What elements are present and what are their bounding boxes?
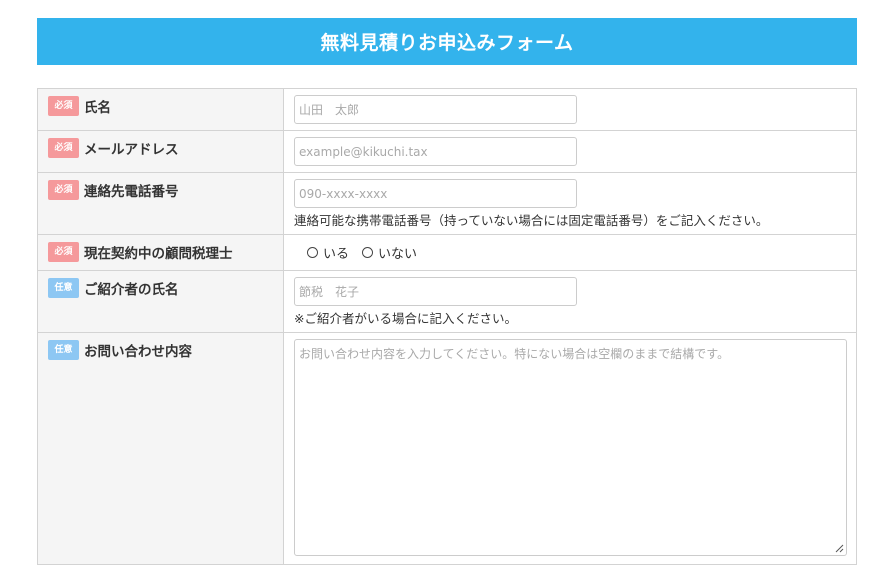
email-label: メールアドレス <box>84 142 179 158</box>
field-cell-inquiry <box>283 332 857 565</box>
optional-badge: 任意 <box>48 278 79 298</box>
radio-option-yes[interactable]: いる <box>307 243 349 262</box>
form-row-name: 必須 氏名 <box>37 88 857 131</box>
form-row-phone: 必須 連絡先電話番号 連絡可能な携帯電話番号（持っていない場合には固定電話番号）… <box>37 172 857 235</box>
required-badge: 必須 <box>48 180 79 200</box>
form-row-email: 必須 メールアドレス <box>37 130 857 173</box>
resize-handle-icon[interactable] <box>834 543 844 553</box>
referrer-label: ご紹介者の氏名 <box>84 282 179 298</box>
name-input[interactable] <box>294 95 577 124</box>
inquiry-label: お問い合わせ内容 <box>84 344 192 360</box>
field-cell-name <box>283 88 857 131</box>
label-cell-email: 必須 メールアドレス <box>37 130 284 173</box>
radio-option-no[interactable]: いない <box>362 243 417 262</box>
referrer-input[interactable] <box>294 277 577 306</box>
form-row-referrer: 任意 ご紹介者の氏名 ※ご紹介者がいる場合に記入ください。 <box>37 270 857 333</box>
form-row-tax-accountant: 必須 現在契約中の顧問税理士 いる いない <box>37 234 857 271</box>
tax-accountant-label: 現在契約中の顧問税理士 <box>84 246 233 262</box>
referrer-note: ※ご紹介者がいる場合に記入ください。 <box>294 311 517 326</box>
phone-input[interactable] <box>294 179 577 208</box>
optional-badge: 任意 <box>48 340 79 360</box>
inquiry-textarea-wrapper <box>294 339 847 556</box>
field-cell-phone: 連絡可能な携帯電話番号（持っていない場合には固定電話番号）をご記入ください。 <box>283 172 857 235</box>
field-cell-tax-accountant: いる いない <box>283 234 857 271</box>
label-cell-phone: 必須 連絡先電話番号 <box>37 172 284 235</box>
radio-button-yes[interactable] <box>307 247 318 258</box>
required-badge: 必須 <box>48 138 79 158</box>
email-input[interactable] <box>294 137 577 166</box>
field-cell-email <box>283 130 857 173</box>
name-label: 氏名 <box>84 100 111 116</box>
application-form-table: 必須 氏名 必須 メールアドレス 必須 連絡先電話番号 連絡可能な携 <box>37 88 857 565</box>
field-cell-referrer: ※ご紹介者がいる場合に記入ください。 <box>283 270 857 333</box>
inquiry-textarea[interactable] <box>294 339 847 556</box>
required-badge: 必須 <box>48 242 79 262</box>
label-cell-tax-accountant: 必須 現在契約中の顧問税理士 <box>37 234 284 271</box>
form-title: 無料見積りお申込みフォーム <box>37 18 857 65</box>
radio-label-no: いない <box>378 247 418 262</box>
radio-button-no[interactable] <box>362 247 374 258</box>
label-cell-inquiry: 任意 お問い合わせ内容 <box>37 332 284 565</box>
required-badge: 必須 <box>48 96 79 116</box>
tax-accountant-radio-group: いる いない <box>294 241 846 262</box>
label-cell-name: 必須 氏名 <box>37 88 284 131</box>
radio-label-yes: いる <box>323 247 350 262</box>
form-row-inquiry: 任意 お問い合わせ内容 <box>37 332 857 565</box>
phone-note: 連絡可能な携帯電話番号（持っていない場合には固定電話番号）をご記入ください。 <box>294 213 769 228</box>
label-cell-referrer: 任意 ご紹介者の氏名 <box>37 270 284 333</box>
phone-label: 連絡先電話番号 <box>84 184 179 200</box>
